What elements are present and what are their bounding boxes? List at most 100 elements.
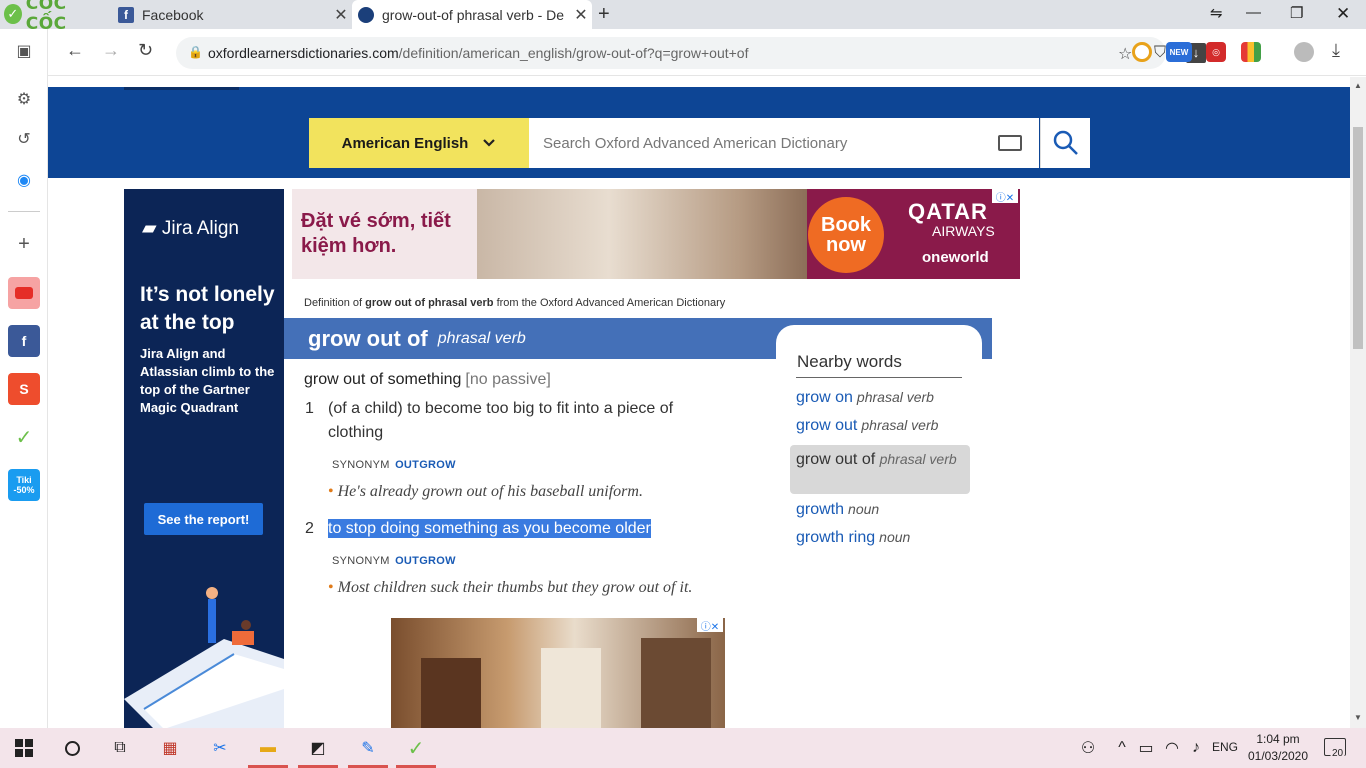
tab-search-icon[interactable]: ⇋ xyxy=(1210,4,1223,22)
search-button[interactable] xyxy=(1040,118,1090,168)
ad-image-detail xyxy=(541,648,601,728)
shopee-icon[interactable]: S xyxy=(8,373,40,405)
search-icon xyxy=(1053,130,1078,155)
nearby-item[interactable]: grow out phrasal verb xyxy=(796,417,938,435)
ad-illustration xyxy=(124,587,284,728)
facebook-icon[interactable]: f xyxy=(8,325,40,357)
window-close-icon[interactable]: ✕ xyxy=(1336,4,1350,24)
search-icon[interactable] xyxy=(60,736,84,760)
caption-prefix: Definition of xyxy=(304,297,366,309)
coccoc-logo-icon: ✓ xyxy=(4,4,22,24)
tab-dictionary[interactable]: grow-out-of phrasal verb - De ✕ xyxy=(352,0,592,29)
nearby-word: growth ring xyxy=(796,529,876,546)
sidebar-toggle-icon[interactable]: ▣ xyxy=(10,37,38,65)
synonym-line: SYNONYM OUTGROW xyxy=(332,555,456,567)
task-view-icon[interactable]: ⧉ xyxy=(108,736,132,760)
url-path: /definition/american_english/grow-out-of… xyxy=(398,45,749,61)
reload-icon[interactable]: ↻ xyxy=(138,40,153,61)
sticky-notes-icon[interactable]: ◩ xyxy=(306,736,330,760)
new-tab-icon[interactable]: + xyxy=(598,3,610,26)
bullet-icon: • xyxy=(328,579,334,596)
ad-cta-button[interactable]: See the report! xyxy=(144,503,263,535)
youtube-icon[interactable] xyxy=(8,277,40,309)
nearby-divider xyxy=(796,377,962,378)
restore-icon[interactable]: ❐ xyxy=(1290,4,1303,22)
ad-qatar-airways[interactable]: Đặt vé sớm, tiết kiệm hơn. Book now QATA… xyxy=(292,189,1020,279)
input-language[interactable]: ENG xyxy=(1212,740,1238,754)
synonym-link[interactable]: OUTGROW xyxy=(395,459,456,471)
ad-interior-image[interactable]: ⓘ✕ xyxy=(391,618,725,728)
forward-icon[interactable]: → xyxy=(102,40,120,61)
clock-time[interactable]: 1:04 pm xyxy=(1254,732,1302,746)
nearby-pos: phrasal verb xyxy=(861,417,939,433)
scroll-up-icon[interactable]: ▲ xyxy=(1354,81,1362,90)
coccoc-logo[interactable]: ✓ CỐC CỐC xyxy=(4,0,104,34)
messenger-icon[interactable]: ◉ xyxy=(10,166,38,194)
sense-definition-selected: to stop doing something as you become ol… xyxy=(328,519,651,538)
shield-icon[interactable]: ⛉ xyxy=(1154,44,1166,62)
notification-count: 20 xyxy=(1330,748,1346,759)
coccoc-icon[interactable]: ✓ xyxy=(8,421,40,453)
nearby-item-current[interactable]: grow out of phrasal verb xyxy=(790,445,970,494)
sidebar-divider xyxy=(8,211,40,212)
extension-chrome-icon[interactable] xyxy=(1132,42,1152,62)
ad-headline: It’s not lonely at the top xyxy=(140,283,275,334)
avatar[interactable] xyxy=(1294,42,1314,62)
nearby-item[interactable]: grow on phrasal verb xyxy=(796,389,934,407)
example-text: Most children suck their thumbs but they… xyxy=(337,579,693,596)
minimize-icon[interactable]: — xyxy=(1246,4,1261,21)
web-page: American English Search Oxford Advanced … xyxy=(48,77,1350,728)
sense-definition: (of a child) to become too big to fit in… xyxy=(328,400,674,441)
page-scrollbar[interactable]: ▲ ▼ xyxy=(1350,77,1366,728)
synonym-line: SYNONYM OUTGROW xyxy=(332,459,456,471)
example-sentence: • Most children suck their thumbs but the… xyxy=(328,579,692,597)
coccoc-icon[interactable]: ✓ xyxy=(404,736,428,760)
tab-title: grow-out-of phrasal verb - De xyxy=(382,6,565,23)
adchoices-icon[interactable]: ⓘ✕ xyxy=(697,618,723,633)
app-icon[interactable]: ▦ xyxy=(158,736,182,760)
example-sentence: • He's already grown out of his baseball … xyxy=(328,483,643,501)
file-explorer-icon[interactable]: ▬ xyxy=(256,736,280,760)
close-icon[interactable]: ✕ xyxy=(570,5,592,25)
snipping-tool-icon[interactable]: ✂ xyxy=(208,736,232,760)
adchoices-icon[interactable]: ⓘ✕ xyxy=(992,189,1018,204)
new-badge: NEW xyxy=(1169,47,1189,57)
nearby-pos: phrasal verb xyxy=(879,451,957,467)
app-icon[interactable]: ✎ xyxy=(356,736,380,760)
add-app-icon[interactable]: + xyxy=(10,230,38,258)
battery-icon[interactable]: ▭ xyxy=(1134,736,1158,760)
navigation-bar: ← → ↻ 🔒 oxfordlearnersdictionaries.com/d… xyxy=(48,29,1366,76)
nearby-word: growth xyxy=(796,501,845,518)
tab-facebook[interactable]: f Facebook ✕ xyxy=(112,0,352,29)
clock-date[interactable]: 01/03/2020 xyxy=(1246,749,1310,763)
back-icon[interactable]: ← xyxy=(66,40,84,61)
wifi-icon[interactable]: ◠ xyxy=(1160,736,1184,760)
extension-red-icon[interactable]: ◎ xyxy=(1206,42,1226,62)
nearby-item[interactable]: growth noun xyxy=(796,501,879,519)
ad-image-detail xyxy=(641,638,711,728)
tiki-icon[interactable]: Tiki -50% xyxy=(8,469,40,501)
bookmark-star-icon[interactable]: ☆ xyxy=(1118,44,1132,64)
ad-book-button[interactable]: Book now xyxy=(808,197,884,273)
volume-icon[interactable]: ♪ xyxy=(1184,736,1208,760)
chevron-up-icon[interactable]: ^ xyxy=(1110,736,1134,760)
ad-jira-align[interactable]: ▰ Jira Align It’s not lonely at the top … xyxy=(124,189,284,728)
windows-start-icon[interactable] xyxy=(12,736,36,760)
history-icon[interactable]: ↺ xyxy=(10,125,38,153)
caption-word: grow out of phrasal verb xyxy=(365,297,494,309)
nearby-pos: noun xyxy=(848,501,880,517)
people-icon[interactable]: ⚇ xyxy=(1076,736,1100,760)
dictionary-select[interactable]: American English xyxy=(309,118,529,168)
close-icon[interactable]: ✕ xyxy=(330,5,352,25)
search-input[interactable]: Search Oxford Advanced American Dictiona… xyxy=(529,118,1039,168)
extension-color-icon[interactable] xyxy=(1241,42,1261,62)
keyboard-icon[interactable] xyxy=(998,135,1022,151)
gear-icon[interactable]: ⚙ xyxy=(10,85,38,113)
scroll-down-icon[interactable]: ▼ xyxy=(1354,713,1362,722)
scrollbar-thumb[interactable] xyxy=(1353,127,1363,349)
address-bar[interactable]: 🔒 oxfordlearnersdictionaries.com/definit… xyxy=(176,37,1206,69)
synonym-link[interactable]: OUTGROW xyxy=(395,555,456,567)
nearby-item[interactable]: growth ring noun xyxy=(796,529,910,547)
extension-new-icon[interactable]: NEW xyxy=(1166,42,1192,62)
downloads-icon[interactable]: ⤓ xyxy=(1332,40,1340,61)
